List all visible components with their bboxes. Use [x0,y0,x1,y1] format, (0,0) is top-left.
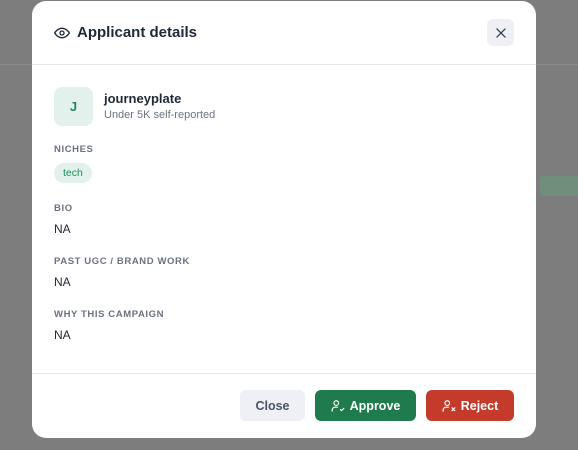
applicant-subtitle: Under 5K self-reported [104,109,216,121]
reject-button[interactable]: Reject [426,390,514,421]
niche-tag: tech [54,163,92,183]
why-campaign-value: NA [54,328,71,342]
modal-footer: Close Approve Reject [32,374,536,437]
user-x-icon [442,399,456,413]
modal-body: J journeyplate Under 5K self-reported NI… [32,65,536,374]
applicant-name: journeyplate [104,91,182,106]
applicant-details-modal: Applicant details J journeyplate Under 5… [32,1,536,438]
eye-icon [54,25,70,41]
bio-label: BIO [54,203,73,214]
why-campaign-label: WHY THIS CAMPAIGN [54,309,165,320]
reject-label: Reject [460,398,499,413]
approve-label: Approve [349,398,401,413]
close-icon[interactable] [487,19,514,46]
past-work-value: NA [54,275,71,289]
modal-header: Applicant details [32,1,536,65]
close-button[interactable]: Close [240,390,305,421]
past-work-label: PAST UGC / BRAND WORK [54,256,190,267]
user-check-icon [331,399,345,413]
backdrop-chip [540,176,578,196]
approve-button[interactable]: Approve [315,390,416,421]
applicant-summary: J journeyplate Under 5K self-reported [54,87,514,126]
niches-label: NICHES [54,144,94,155]
modal-title: Applicant details [77,24,198,41]
bio-value: NA [54,222,71,236]
avatar: J [54,87,93,126]
